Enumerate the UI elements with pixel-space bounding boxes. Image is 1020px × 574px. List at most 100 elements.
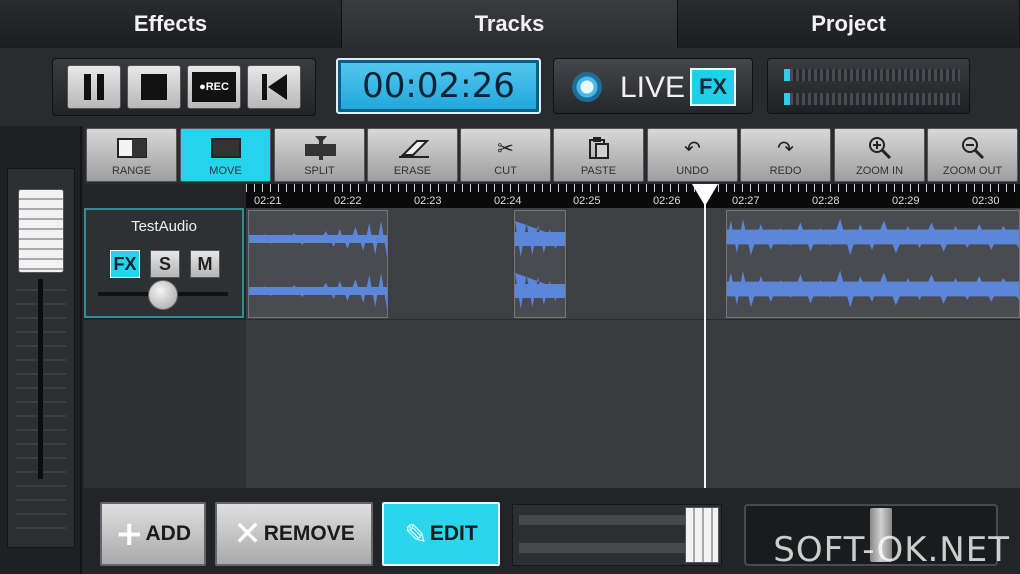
undo-button[interactable]: ↶ UNDO xyxy=(647,128,738,182)
app-root: Effects Tracks Project ●REC 00:02:26 LIV… xyxy=(0,0,1020,574)
track-name: TestAudio xyxy=(131,218,197,235)
move-tool[interactable]: MOVE xyxy=(180,128,271,182)
split-tool[interactable]: SPLIT xyxy=(274,128,365,182)
stop-icon xyxy=(141,74,167,100)
live-fx-button[interactable]: FX xyxy=(690,68,736,106)
paste-tool-label: PASTE xyxy=(580,165,617,177)
zoom-out-icon xyxy=(957,135,989,161)
track-mute-button[interactable]: M xyxy=(190,250,220,278)
audio-clip[interactable] xyxy=(514,210,566,318)
skip-back-icon xyxy=(262,74,287,100)
cut-tool[interactable]: ✂ CUT xyxy=(460,128,551,182)
close-icon: ✕ xyxy=(233,514,262,554)
waveform-right xyxy=(727,270,1019,308)
live-toggle[interactable]: LIVE FX xyxy=(553,58,753,114)
undo-icon: ↶ xyxy=(684,136,701,160)
pencil-icon: ✎ xyxy=(404,517,428,551)
level-meter xyxy=(767,58,970,114)
master-fader-knob[interactable] xyxy=(18,189,64,273)
ruler-label: 02:23 xyxy=(414,195,442,207)
cut-tool-label: CUT xyxy=(494,165,517,177)
time-display: 00:02:26 xyxy=(336,58,541,114)
tab-project[interactable]: Project xyxy=(678,0,1020,48)
tab-effects-label: Effects xyxy=(133,11,208,36)
audio-clip[interactable] xyxy=(248,210,388,318)
track-solo-button[interactable]: S xyxy=(150,250,180,278)
ruler-label: 02:24 xyxy=(494,195,522,207)
track-canvas[interactable] xyxy=(246,208,1020,488)
stop-button[interactable] xyxy=(127,65,181,109)
redo-label: REDO xyxy=(769,165,802,177)
waveform-right xyxy=(249,273,387,309)
track-pan-knob[interactable] xyxy=(148,280,178,310)
waveform-left xyxy=(515,221,565,257)
horizontal-fader[interactable] xyxy=(512,504,722,566)
master-fader-slot xyxy=(7,168,75,548)
ruler-label: 02:22 xyxy=(334,195,362,207)
tab-effects[interactable]: Effects xyxy=(0,0,342,48)
horizontal-fader-knob[interactable] xyxy=(685,507,719,563)
track-lane xyxy=(246,208,1020,320)
ruler-label: 02:26 xyxy=(653,195,681,207)
live-fx-label: FX xyxy=(698,74,728,99)
paste-icon xyxy=(583,135,615,161)
paste-tool[interactable]: PASTE xyxy=(553,128,644,182)
undo-label: UNDO xyxy=(676,165,709,177)
redo-icon: ↷ xyxy=(777,136,794,160)
range-tool-label: RANGE xyxy=(111,165,152,177)
track-fx-button[interactable]: FX xyxy=(110,250,140,278)
zoom-in-button[interactable]: ZOOM IN xyxy=(834,128,925,182)
time-display-value: 00:02:26 xyxy=(362,66,515,106)
waveform-right xyxy=(515,273,565,309)
meter-right-channel xyxy=(784,93,960,105)
scissors-icon: ✂ xyxy=(497,136,514,160)
range-tool[interactable]: RANGE xyxy=(86,128,177,182)
ruler-label: 02:29 xyxy=(892,195,920,207)
edit-toolbar: RANGE MOVE SPLIT ERASE ✂ CUT PASTE ↶ UND… xyxy=(84,126,1020,184)
zoom-out-button[interactable]: ZOOM OUT xyxy=(927,128,1018,182)
meter-left-channel xyxy=(784,69,960,81)
zoom-in-icon xyxy=(864,135,896,161)
range-icon xyxy=(116,135,148,161)
plus-icon: + xyxy=(115,514,144,554)
ruler-label: 02:25 xyxy=(573,195,601,207)
remove-track-button[interactable]: ✕ REMOVE xyxy=(215,502,373,566)
tab-bar: Effects Tracks Project xyxy=(0,0,1020,48)
track-header[interactable]: TestAudio FX S M xyxy=(84,208,244,318)
track-mute-label: M xyxy=(197,253,213,274)
redo-button[interactable]: ↷ REDO xyxy=(740,128,831,182)
watermark-text: SOFT-OK.NET xyxy=(773,530,1010,570)
playhead-line[interactable] xyxy=(704,184,706,488)
empty-track-headers xyxy=(84,320,246,488)
tab-project-label: Project xyxy=(811,11,886,36)
zoom-in-label: ZOOM IN xyxy=(855,165,904,177)
power-icon xyxy=(572,72,602,102)
add-track-button[interactable]: + ADD xyxy=(100,502,206,566)
track-fx-label: FX xyxy=(113,253,137,274)
split-icon xyxy=(304,135,336,161)
move-icon xyxy=(210,135,242,161)
move-tool-label: MOVE xyxy=(209,165,242,177)
tab-tracks[interactable]: Tracks xyxy=(342,0,678,48)
edit-track-button[interactable]: ✎ EDIT xyxy=(382,502,500,566)
master-volume-fader xyxy=(0,126,82,574)
timeline-ruler[interactable]: 02:21 02:22 02:23 02:24 02:25 02:26 02:2… xyxy=(246,184,1020,208)
track-solo-label: S xyxy=(158,253,171,274)
live-label: LIVE xyxy=(620,71,686,104)
waveform-left xyxy=(727,218,1019,256)
transport-bar: ●REC 00:02:26 LIVE FX xyxy=(0,48,1020,126)
split-tool-label: SPLIT xyxy=(304,165,335,177)
tab-tracks-label: Tracks xyxy=(474,11,545,36)
playhead-marker-icon[interactable] xyxy=(692,184,718,206)
erase-tool-label: ERASE xyxy=(393,165,432,177)
skip-back-button[interactable] xyxy=(247,65,301,109)
record-icon: ●REC xyxy=(192,72,236,102)
record-button[interactable]: ●REC xyxy=(187,65,241,109)
edit-track-label: EDIT xyxy=(429,522,478,545)
pause-button[interactable] xyxy=(67,65,121,109)
erase-icon xyxy=(397,135,429,161)
erase-tool[interactable]: ERASE xyxy=(367,128,458,182)
remove-track-label: REMOVE xyxy=(263,522,355,545)
ruler-label: 02:21 xyxy=(254,195,282,207)
audio-clip[interactable] xyxy=(726,210,1020,318)
